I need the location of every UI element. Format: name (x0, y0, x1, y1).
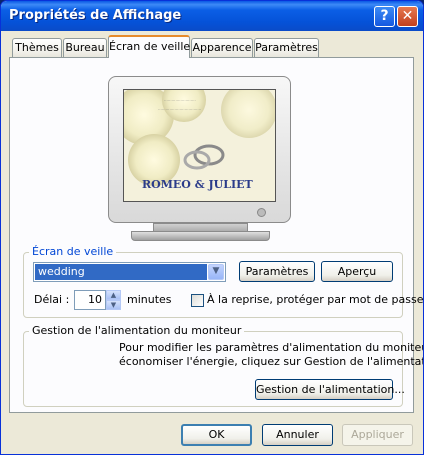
tab-label: Thèmes (15, 41, 59, 54)
tab-label: Paramètres (255, 41, 318, 54)
tab-themes[interactable]: Thèmes (12, 38, 62, 57)
screensaver-select-value: wedding (35, 264, 207, 280)
power-group-label: Gestion de l'alimentation du moniteur (29, 324, 245, 337)
apply-button[interactable]: Appliquer (342, 424, 413, 446)
tab-label: Écran de veille (109, 40, 191, 53)
help-button[interactable]: ? (374, 6, 395, 27)
delay-input[interactable]: 10 (74, 290, 106, 310)
window-title: Propriétés de Affichage (9, 8, 182, 23)
monitor-preview: ......................... ..............… (108, 76, 291, 223)
spin-down-icon[interactable]: ▼ (106, 300, 121, 310)
password-checkbox-label[interactable]: À la reprise, protéger par mot de passe (207, 293, 423, 306)
tab-appearance[interactable]: Apparence (191, 38, 253, 57)
delay-stepper[interactable]: ▲ ▼ (106, 290, 121, 310)
monitor-base (131, 231, 270, 241)
delay-label: Délai : (34, 293, 70, 306)
svg-text:.........................: ......................... (164, 97, 196, 102)
spin-up-icon[interactable]: ▲ (106, 290, 121, 300)
close-button[interactable]: ✕ (397, 6, 418, 27)
tab-label: Bureau (65, 41, 105, 54)
preview-image: ......................... ..............… (124, 90, 275, 201)
screensaver-group-label: Écran de veille (29, 245, 117, 258)
preview-caption: ROMEO & JULIET (142, 178, 254, 191)
power-led-icon (257, 208, 266, 217)
power-management-button[interactable]: Gestion de l'alimentation... (255, 379, 405, 400)
tab-screensaver[interactable]: Écran de veille (108, 35, 190, 58)
chevron-down-icon[interactable]: ▼ (208, 264, 224, 280)
screensaver-select[interactable]: wedding ▼ (33, 262, 226, 282)
power-description-line1: Pour modifier les paramètres d'alimentat… (119, 341, 424, 354)
tab-settings[interactable]: Paramètres (254, 38, 319, 57)
tab-desktop[interactable]: Bureau (63, 38, 107, 57)
password-checkbox[interactable] (191, 294, 204, 307)
power-description-line2: économiser l'énergie, cliquez sur Gestio… (119, 355, 424, 368)
screensaver-preview-screen: ......................... ..............… (123, 89, 276, 202)
cancel-button[interactable]: Annuler (262, 424, 333, 446)
svg-text:..............................: .................................. (158, 106, 201, 111)
title-bar[interactable]: Propriétés de Affichage ? ✕ (1, 1, 423, 31)
settings-button[interactable]: Paramètres (239, 261, 315, 282)
minutes-label: minutes (127, 293, 172, 306)
tab-label: Apparence (192, 41, 252, 54)
preview-button[interactable]: Aperçu (321, 261, 393, 282)
ok-button[interactable]: OK (181, 424, 252, 446)
display-properties-window: Propriétés de Affichage ? ✕ Thèmes Burea… (0, 0, 424, 455)
